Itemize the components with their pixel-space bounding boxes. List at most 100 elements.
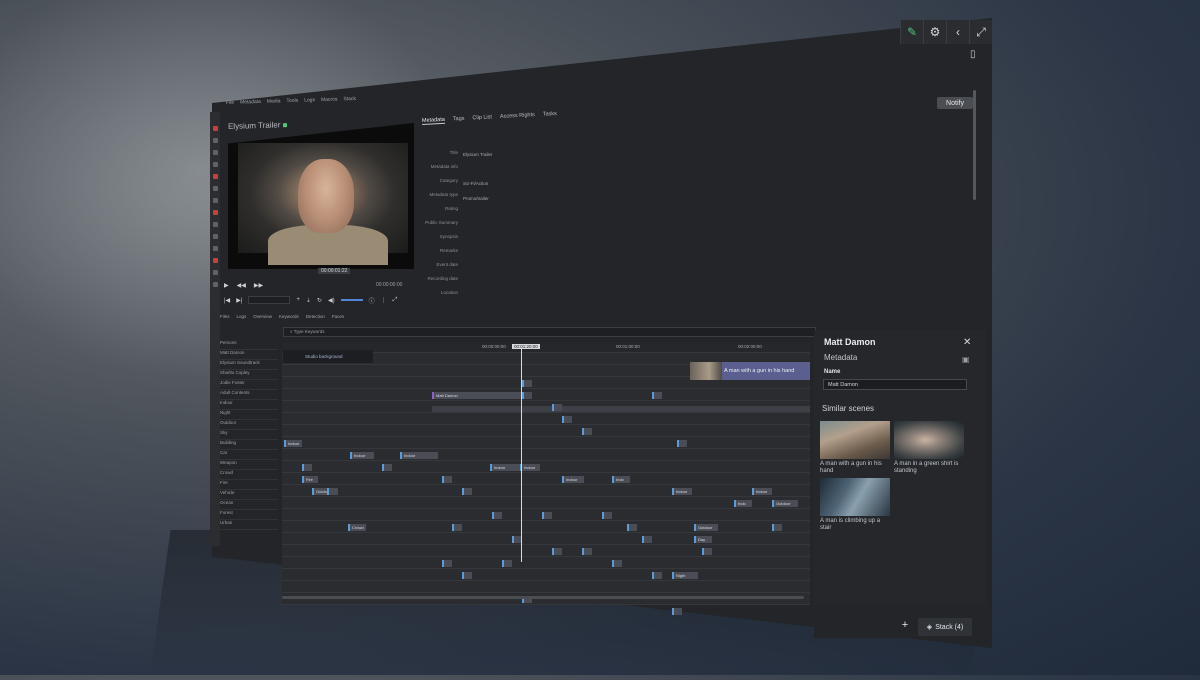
timeline-marker[interactable]: [542, 512, 552, 519]
timeline-clip[interactable]: Matt Damon: [432, 392, 526, 399]
timeline-marker[interactable]: [652, 392, 662, 399]
track-label[interactable]: Urban: [220, 520, 278, 530]
timeline-clip[interactable]: Day: [694, 536, 712, 543]
timeline-clip[interactable]: Indoor: [350, 452, 374, 459]
info-icon[interactable]: ⓘ: [369, 296, 375, 305]
timeline-clip[interactable]: Indoor: [400, 452, 438, 459]
timeline-marker[interactable]: [382, 464, 392, 471]
metadata-value[interactable]: [463, 268, 493, 283]
timeline-marker[interactable]: [672, 608, 682, 615]
metadata-value[interactable]: [463, 254, 493, 269]
tab-tags[interactable]: Tags: [453, 116, 465, 124]
record-icon[interactable]: [212, 174, 218, 179]
volume-slider[interactable]: [340, 299, 363, 301]
timeline-clip[interactable]: Outdoor: [694, 524, 718, 531]
track-label[interactable]: Building: [220, 440, 278, 450]
track-label[interactable]: Sharlto Copley: [220, 370, 278, 380]
add-button[interactable]: +: [898, 618, 912, 632]
timeline-clip[interactable]: Night: [672, 572, 698, 579]
metadata-value[interactable]: [463, 283, 493, 298]
metadata-value[interactable]: [463, 167, 493, 182]
timeline-marker[interactable]: [442, 476, 452, 483]
track-label[interactable]: Car: [220, 450, 278, 460]
alert-icon[interactable]: [212, 210, 218, 215]
loop-icon[interactable]: ↻: [317, 297, 322, 304]
volume-icon[interactable]: ◀): [328, 297, 335, 304]
similar-scene-card[interactable]: A man with a gun in his hand: [820, 421, 892, 475]
track-label[interactable]: Sky: [220, 430, 278, 440]
more-icon[interactable]: ⋮: [381, 297, 387, 304]
timeline-marker[interactable]: [552, 404, 562, 411]
metadata-value[interactable]: [463, 297, 493, 312]
edit-icon[interactable]: ✎: [900, 20, 923, 44]
tab-detection[interactable]: Detection: [306, 314, 325, 319]
timeline-marker[interactable]: [652, 572, 662, 579]
keyword-search-input[interactable]: ⌕ Type Keywords: [283, 327, 816, 337]
track-label[interactable]: Elysium Soundtrack: [220, 360, 278, 370]
timeline-marker[interactable]: [442, 560, 452, 567]
track-label[interactable]: Vehicle: [220, 490, 278, 500]
rewind-icon[interactable]: ◀◀: [237, 282, 246, 290]
timeline-clip[interactable]: Indo: [612, 476, 630, 483]
download-icon[interactable]: ⇣: [306, 297, 311, 304]
timeline-marker[interactable]: [627, 524, 637, 531]
user-icon[interactable]: [212, 234, 218, 239]
fullscreen-icon[interactable]: ⤢: [969, 20, 992, 44]
video-player[interactable]: [228, 123, 414, 269]
timeline-marker[interactable]: [327, 488, 337, 495]
track-label[interactable]: Persons: [220, 340, 278, 350]
timeline-marker[interactable]: [642, 536, 652, 543]
timeline-marker[interactable]: [677, 440, 687, 447]
timeline-marker[interactable]: [522, 380, 532, 387]
metadata-value[interactable]: Promo/trailer: [463, 196, 493, 211]
track-label[interactable]: Night: [220, 410, 278, 420]
timeline-marker[interactable]: [602, 512, 612, 519]
close-icon[interactable]: ✕: [963, 337, 971, 348]
timeline-marker[interactable]: [302, 464, 312, 471]
upload-icon[interactable]: [212, 150, 218, 155]
timeline-marker[interactable]: [552, 548, 562, 555]
tab-faces[interactable]: Faces: [332, 314, 344, 319]
timeline-clip[interactable]: Indoor: [562, 476, 584, 483]
selected-clip[interactable]: A man with a gun in his hand: [690, 362, 810, 380]
metadata-scrollbar[interactable]: [973, 90, 976, 200]
timeline-clip[interactable]: Indoor: [490, 464, 520, 471]
track-label[interactable]: Crowd: [220, 470, 278, 480]
similar-scene-card[interactable]: A man in a green shirt is standing: [894, 421, 968, 475]
metadata-value[interactable]: [463, 239, 493, 254]
track-label[interactable]: Fire: [220, 480, 278, 490]
tab-tasks[interactable]: Tasks: [543, 111, 557, 119]
track-label[interactable]: Forest: [220, 510, 278, 520]
track-label[interactable]: Jodie Foster: [220, 380, 278, 390]
search-icon[interactable]: [212, 162, 218, 167]
timeline-marker[interactable]: [562, 416, 572, 423]
step-forward-icon[interactable]: ▶|: [236, 297, 242, 304]
track-label[interactable]: Ocean: [220, 500, 278, 510]
timeline-marker[interactable]: [772, 524, 782, 531]
playhead[interactable]: [521, 344, 522, 562]
notify-button[interactable]: Notify: [937, 97, 973, 109]
folder-icon[interactable]: [212, 138, 218, 143]
track-label[interactable]: Adult Contents: [220, 390, 278, 400]
timeline-clip[interactable]: Indoor: [672, 488, 692, 495]
timeline-clip[interactable]: Indo: [734, 500, 752, 507]
menu-item[interactable]: Media: [267, 98, 281, 104]
add-marker-icon[interactable]: +: [296, 297, 300, 303]
timeline-clip[interactable]: Indoor: [520, 464, 540, 471]
timeline-scrollbar[interactable]: [282, 596, 804, 599]
track-label[interactable]: Matt Damon: [220, 350, 278, 360]
forward-icon[interactable]: ▶▶: [254, 282, 263, 290]
menu-item[interactable]: Macros: [321, 96, 338, 103]
menu-item[interactable]: Logs: [304, 97, 315, 103]
track-label[interactable]: Weapon: [220, 460, 278, 470]
calendar-icon[interactable]: [212, 198, 218, 203]
tab-keywords[interactable]: Keywords: [279, 314, 299, 319]
menu-item[interactable]: File: [226, 100, 234, 106]
home-icon[interactable]: [212, 126, 218, 131]
metadata-value[interactable]: Elysium Trailer: [463, 152, 493, 167]
settings-icon[interactable]: ⚙: [923, 20, 946, 44]
timeline-marker[interactable]: [452, 524, 462, 531]
timeline-clip[interactable]: Indoor: [284, 440, 302, 447]
menu-item[interactable]: Metadata: [240, 99, 261, 106]
track-label[interactable]: Outdoor: [220, 420, 278, 430]
